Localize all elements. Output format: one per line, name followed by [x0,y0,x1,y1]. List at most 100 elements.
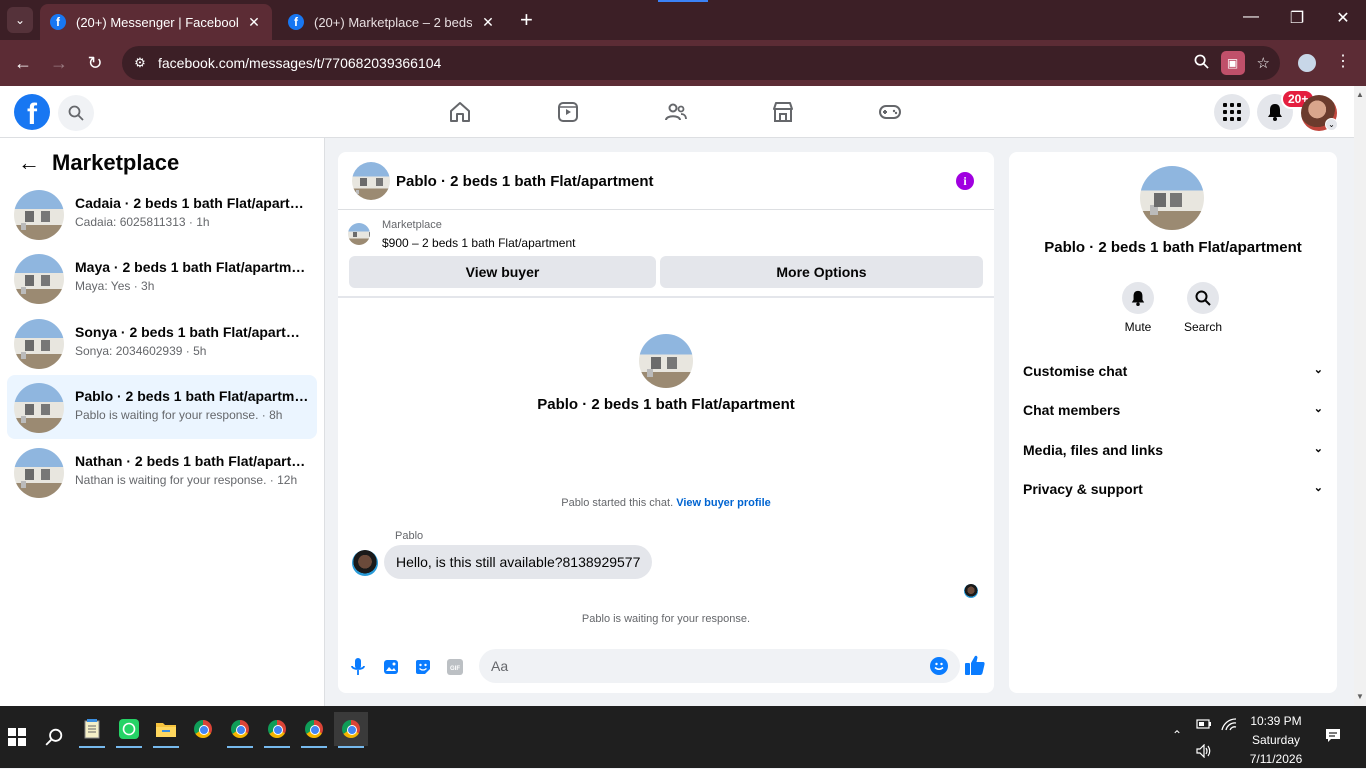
wifi-icon[interactable] [1221,718,1237,735]
clock-time: 10:39 PM [1250,714,1302,728]
search-icon [1187,282,1219,314]
message-input[interactable] [479,649,960,683]
url-text[interactable]: facebook.com/messages/t/770682039366104 [158,55,441,71]
tab-search-chevron-icon[interactable]: ⌄ [7,7,33,33]
back-arrow-icon[interactable]: ← [18,150,42,176]
waiting-notice: Pablo is waiting for your response. [581,613,751,625]
action-center-icon[interactable] [1325,728,1341,747]
seen-receipt-avatar [964,584,978,598]
view-buyer-profile-link[interactable]: View buyer profile [676,497,771,509]
search-label: Search [1183,320,1223,334]
chrome-app-icon[interactable] [223,712,257,748]
forward-arrow-icon[interactable]: → [47,53,71,73]
marketplace-listing-row[interactable]: Marketplace $900 – 2 beds 1 bath Flat/ap… [348,218,988,252]
show-hidden-icons-chevron-icon[interactable]: ⌃ [1172,728,1182,742]
chrome-app-icon[interactable] [297,712,331,748]
more-options-button[interactable]: More Options [660,256,983,288]
chat-center-name: Pablo · 2 beds 1 bath Flat/apartment [537,396,795,413]
tab-messenger[interactable]: f (20+) Messenger | Facebook ✕ [40,4,272,40]
thumbs-up-icon[interactable] [964,654,986,676]
close-tab-icon[interactable]: ✕ [480,14,496,31]
chevron-down-icon: ⌄ [1313,482,1323,494]
gif-icon[interactable]: GIF [446,658,464,676]
facebook-favicon-icon: f [288,14,304,30]
tab-marketplace[interactable]: f (20+) Marketplace – 2 beds 1 bath ✕ [278,4,506,40]
bookmark-star-icon[interactable]: ☆ [1257,54,1270,72]
scroll-down-arrow-icon[interactable]: ▼ [1356,692,1364,701]
photo-icon[interactable] [382,658,400,676]
chat-title[interactable]: Pablo · 2 beds 1 bath Flat/apartment [396,173,654,190]
conversation-title: Maya · 2 beds 1 bath Flat/apartment [75,259,311,275]
minimize-window-icon[interactable]: — [1236,8,1266,26]
system-clock[interactable]: 10:39 PM Saturday 7/11/2026 [1236,712,1316,769]
message-bubble[interactable]: Hello, is this still available?813892957… [384,545,653,579]
chat-started-notice: Pablo started this chat. View buyer prof… [338,497,994,509]
site-info-icon[interactable]: ⚙ [130,55,150,71]
zoom-icon[interactable] [1194,54,1209,73]
microphone-icon[interactable] [349,658,367,676]
view-buyer-button[interactable]: View buyer [349,256,656,288]
listing-thumbnail [14,448,64,498]
new-tab-plus-icon[interactable]: + [520,9,533,31]
listing-thumbnail [14,190,64,240]
gaming-icon[interactable] [878,100,902,124]
privacy-support-section[interactable]: Privacy & support ⌄ [1023,481,1323,505]
video-icon[interactable] [556,100,580,124]
conversation-item[interactable]: Sonya · 2 beds 1 bath Flat/apartment Son… [7,311,317,375]
conversation-item[interactable]: Nathan · 2 beds 1 bath Flat/apartment Na… [7,440,317,504]
volume-icon[interactable] [1196,743,1212,761]
conversation-item[interactable]: Cadaia · 2 beds 1 bath Flat/apartment Ca… [7,182,317,246]
file-explorer-icon[interactable] [149,712,183,748]
chat-members-section[interactable]: Chat members ⌄ [1023,402,1323,426]
marketplace-header: ← Marketplace [18,150,179,176]
install-app-icon[interactable]: ▣ [1220,51,1245,75]
svg-text:GIF: GIF [450,666,460,672]
customise-chat-section[interactable]: Customise chat ⌄ [1023,363,1323,387]
address-bar[interactable]: ⚙ facebook.com/messages/t/77068203936610… [122,46,1280,80]
section-label: Privacy & support [1023,481,1143,497]
chrome-app-icon[interactable] [186,712,220,746]
search-icon[interactable] [37,720,71,754]
facebook-logo-icon[interactable]: f [14,94,50,130]
mute-button[interactable]: Mute [1108,282,1168,334]
windows-start-icon[interactable] [0,720,34,754]
conversation-preview: Cadaia: 6025811313 · 1h [75,215,210,229]
search-button[interactable]: Search [1173,282,1233,334]
battery-icon[interactable] [1196,718,1212,733]
groups-icon[interactable] [664,100,688,124]
scroll-up-arrow-icon[interactable]: ▲ [1356,90,1364,99]
restore-window-icon[interactable]: ❐ [1282,8,1312,28]
sender-avatar[interactable] [352,550,378,576]
info-icon[interactable]: i [956,172,974,190]
chrome-app-icon[interactable] [260,712,294,748]
listing-thumbnail[interactable] [352,162,390,200]
marketplace-conversations-panel: ← Marketplace Cadaia · 2 beds 1 bath Fla… [0,138,325,706]
browser-profile-avatar[interactable] [1296,52,1318,74]
reload-icon[interactable]: ↻ [83,53,107,73]
conversation-title: Nathan · 2 beds 1 bath Flat/apartment [75,453,311,469]
account-chevron-down-icon[interactable]: ⌄ [1325,118,1338,131]
conversation-item[interactable]: Maya · 2 beds 1 bath Flat/apartment Maya… [7,246,317,310]
media-files-links-section[interactable]: Media, files and links ⌄ [1023,442,1323,466]
chevron-down-icon: ⌄ [1313,364,1323,376]
conversation-preview: Sonya: 2034602939 · 5h [75,344,207,358]
menu-grid-icon[interactable] [1214,94,1250,130]
browser-menu-icon[interactable]: ⋮ [1335,51,1351,71]
panel-title: Marketplace [52,150,180,175]
windows-taskbar: ⌃ 10:39 PM Saturday 7/11/2026 [0,706,1366,768]
notepad-app-icon[interactable] [75,712,109,748]
conversation-item-selected[interactable]: Pablo · 2 beds 1 bath Flat/apartment Pab… [7,375,317,439]
back-arrow-icon[interactable]: ← [11,53,35,73]
page-scrollbar[interactable]: ▲ ▼ [1354,86,1366,706]
whatsapp-app-icon[interactable] [112,712,146,748]
close-window-icon[interactable]: ✕ [1328,8,1358,28]
search-icon[interactable] [58,95,94,131]
marketplace-icon[interactable] [771,100,795,124]
chrome-app-icon-active[interactable] [334,712,368,748]
home-icon[interactable] [448,100,472,124]
emoji-icon[interactable] [930,657,948,675]
sticker-icon[interactable] [414,658,432,676]
listing-thumbnail [14,254,64,304]
listing-thumbnail [14,319,64,369]
close-tab-icon[interactable]: ✕ [246,14,262,31]
